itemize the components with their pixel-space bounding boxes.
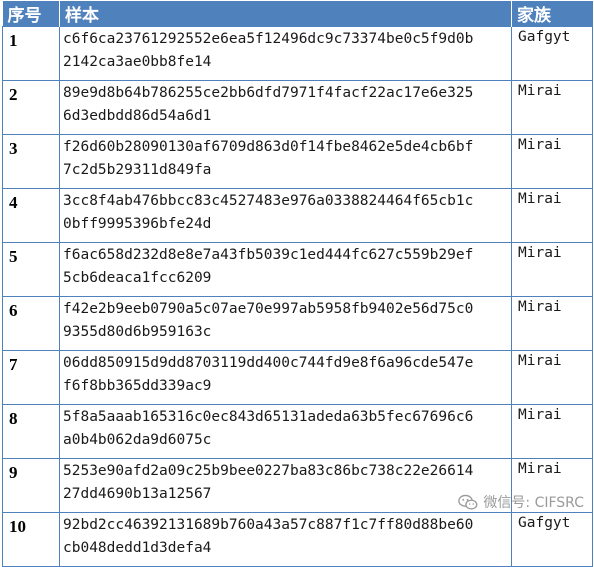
row-hash: f26d60b28090130af6709d863d0f14fbe8462e5d… (59, 134, 512, 189)
row-family: Mirai (511, 80, 593, 135)
row-hash: 92bd2cc46392131689b760a43a57c887f1c7ff80… (59, 512, 512, 567)
hash-line-2: 9355d80d6b959163c (63, 324, 212, 340)
row-index: 9 (2, 458, 60, 513)
row-family: Gafgyt (511, 512, 593, 567)
hash-line-2: 27dd4690b13a12567 (63, 486, 212, 502)
table-row: 2 89e9d8b64b786255ce2bb6dfd7971f4facf22a… (2, 80, 593, 135)
hash-line-2: 6d3edbdd86d54a6d1 (63, 108, 212, 124)
row-hash: 06dd850915d9dd8703119dd400c744fd9e8f6a96… (59, 350, 512, 405)
hash-line-1: c6f6ca23761292552e6ea5f12496dc9c73374be0… (63, 31, 474, 47)
row-index: 1 (2, 26, 60, 81)
row-index: 2 (2, 80, 60, 135)
hash-line-2: 2142ca3ae0bb8fe14 (63, 54, 212, 70)
header-family: 家族 (511, 1, 593, 27)
hash-line-1: 92bd2cc46392131689b760a43a57c887f1c7ff80… (63, 517, 474, 533)
hash-line-1: f26d60b28090130af6709d863d0f14fbe8462e5d… (63, 139, 474, 155)
row-hash: 3cc8f4ab476bbcc83c4527483e976a0338824464… (59, 188, 512, 243)
hash-line-1: f42e2b9eeb0790a5c07ae70e997ab5958fb9402e… (63, 301, 474, 317)
watermark: 微信号: CIFSRC (458, 492, 584, 512)
table-row: 5 f6ac658d232d8e8e7a43fb5039c1ed444fc627… (2, 242, 593, 297)
row-hash: f6ac658d232d8e8e7a43fb5039c1ed444fc627c5… (59, 242, 512, 297)
row-family: Mirai (511, 188, 593, 243)
table-row: 1 c6f6ca23761292552e6ea5f12496dc9c73374b… (2, 26, 593, 81)
row-index: 5 (2, 242, 60, 297)
table-row: 7 06dd850915d9dd8703119dd400c744fd9e8f6a… (2, 350, 593, 405)
hash-line-2: cb048dedd1d3defa4 (63, 540, 212, 556)
hash-line-1: 5f8a5aaab165316c0ec843d65131adeda63b5fec… (63, 409, 474, 425)
table-row: 8 5f8a5aaab165316c0ec843d65131adeda63b5f… (2, 404, 593, 459)
hash-line-1: f6ac658d232d8e8e7a43fb5039c1ed444fc627c5… (63, 247, 474, 263)
watermark-text: 微信号: CIFSRC (483, 495, 584, 511)
row-index: 3 (2, 134, 60, 189)
table-row: 3 f26d60b28090130af6709d863d0f14fbe8462e… (2, 134, 593, 189)
samples-table: 序号 样本 家族 1 c6f6ca23761292552e6ea5f12496d… (2, 1, 593, 567)
hash-line-1: 06dd850915d9dd8703119dd400c744fd9e8f6a96… (63, 355, 474, 371)
row-family: Mirai (511, 404, 593, 459)
table-row: 10 92bd2cc46392131689b760a43a57c887f1c7f… (2, 512, 593, 567)
row-index: 10 (2, 512, 60, 567)
row-hash: f42e2b9eeb0790a5c07ae70e997ab5958fb9402e… (59, 296, 512, 351)
wechat-icon (458, 494, 478, 510)
row-hash: 89e9d8b64b786255ce2bb6dfd7971f4facf22ac1… (59, 80, 512, 135)
hash-line-2: 0bff9995396bfe24d (63, 216, 212, 232)
table-row: 4 3cc8f4ab476bbcc83c4527483e976a03388244… (2, 188, 593, 243)
row-index: 7 (2, 350, 60, 405)
header-sample: 样本 (59, 1, 512, 27)
hash-line-2: 5cb6deaca1fcc6209 (63, 270, 212, 286)
table-row: 6 f42e2b9eeb0790a5c07ae70e997ab5958fb940… (2, 296, 593, 351)
row-family: Mirai (511, 242, 593, 297)
row-family: Mirai (511, 134, 593, 189)
hash-line-2: a0b4b062da9d6075c (63, 432, 212, 448)
hash-line-1: 89e9d8b64b786255ce2bb6dfd7971f4facf22ac1… (63, 85, 474, 101)
row-family: Mirai (511, 296, 593, 351)
row-index: 8 (2, 404, 60, 459)
row-hash: c6f6ca23761292552e6ea5f12496dc9c73374be0… (59, 26, 512, 81)
hash-line-2: 7c2d5b29311d849fa (63, 162, 212, 178)
row-index: 4 (2, 188, 60, 243)
hash-line-2: f6f8bb365dd339ac9 (63, 378, 212, 394)
header-index: 序号 (2, 1, 60, 27)
row-hash: 5f8a5aaab165316c0ec843d65131adeda63b5fec… (59, 404, 512, 459)
row-family: Gafgyt (511, 26, 593, 81)
row-index: 6 (2, 296, 60, 351)
row-family: Mirai (511, 350, 593, 405)
row-hash: 5253e90afd2a09c25b9bee0227ba83c86bc738c2… (59, 458, 512, 513)
hash-line-1: 3cc8f4ab476bbcc83c4527483e976a0338824464… (63, 193, 474, 209)
header-row: 序号 样本 家族 (2, 1, 593, 27)
hash-line-1: 5253e90afd2a09c25b9bee0227ba83c86bc738c2… (63, 463, 474, 479)
